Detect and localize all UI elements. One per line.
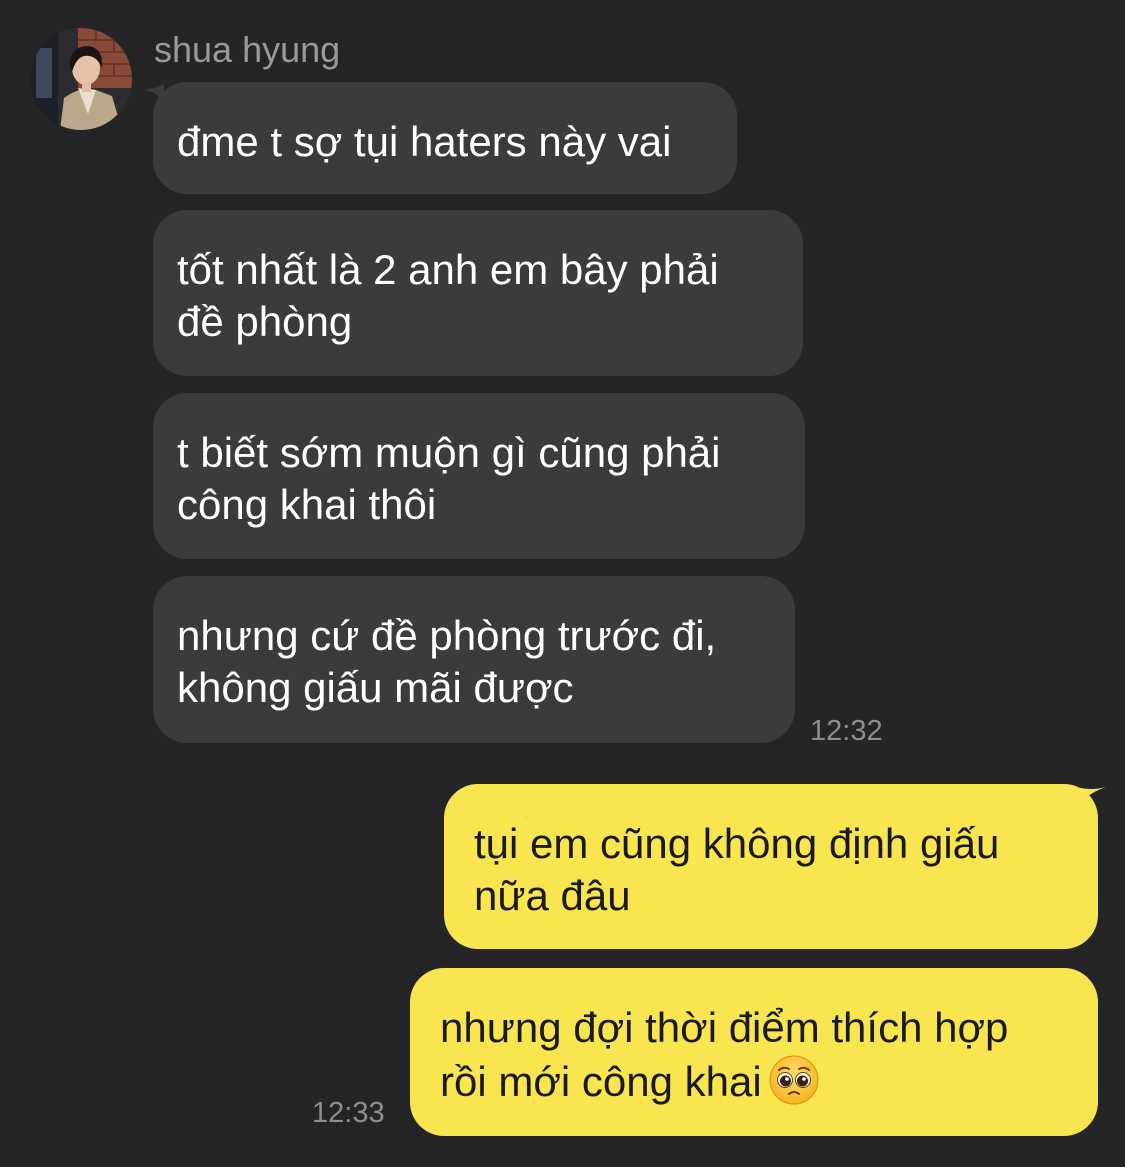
- message-text: đề phòng: [177, 298, 353, 345]
- message-text: nhưng đợi thời điểm thích hợp: [440, 1004, 1009, 1051]
- message-text: tốt nhất là 2 anh em bây phải: [177, 246, 719, 293]
- message-text: không giấu mãi được: [177, 664, 574, 711]
- sender-avatar[interactable]: [30, 28, 132, 130]
- incoming-message[interactable]: t biết sớm muộn gì cũng phải công khai t…: [153, 393, 805, 559]
- incoming-message[interactable]: tốt nhất là 2 anh em bây phải đề phòng: [153, 210, 803, 376]
- message-text: tụi em cũng không định giấu: [474, 820, 1000, 867]
- message-text: t biết sớm muộn gì cũng phải: [177, 429, 721, 476]
- outgoing-message[interactable]: tụi em cũng không định giấu nữa đâu: [444, 784, 1098, 949]
- message-text: công khai thôi: [177, 481, 437, 528]
- pleading-face-emoji-icon: [769, 1055, 819, 1105]
- message-text: nhưng cứ đề phòng trước đi,: [177, 612, 717, 659]
- outgoing-message[interactable]: nhưng đợi thời điểm thích hợp rồi mới cô…: [410, 968, 1098, 1136]
- message-timestamp: 12:32: [810, 715, 883, 747]
- sender-name: shua hyung: [154, 29, 341, 70]
- message-timestamp: 12:33: [312, 1097, 385, 1129]
- incoming-message[interactable]: đme t sợ tụi haters này vai: [153, 82, 737, 194]
- incoming-message[interactable]: nhưng cứ đề phòng trước đi, không giấu m…: [153, 576, 795, 743]
- avatar-photo: [30, 28, 132, 130]
- message-text: nữa đâu: [474, 872, 631, 919]
- message-text: rồi mới công khai: [440, 1058, 762, 1105]
- message-text: đme t sợ tụi haters này vai: [177, 118, 672, 165]
